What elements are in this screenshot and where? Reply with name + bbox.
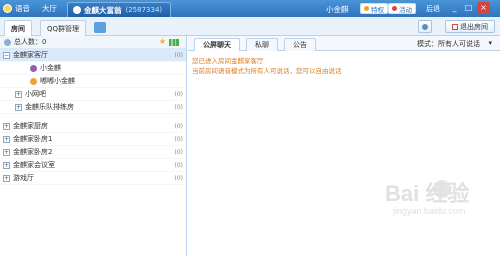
exit-room-button[interactable]: 退出房间 bbox=[445, 20, 495, 33]
user-icon bbox=[30, 77, 37, 85]
room-count: (0) bbox=[174, 148, 184, 156]
room-tab[interactable]: 金麒大富翁 (2587334) bbox=[67, 2, 172, 17]
close-button[interactable]: × bbox=[477, 2, 490, 14]
back-button[interactable]: 后退 bbox=[426, 4, 440, 14]
room-count: (0) bbox=[174, 135, 184, 143]
system-message: 当前房间语音模式为所有人可说话，您可以自由说话 bbox=[192, 67, 342, 75]
user-settings-icon bbox=[422, 23, 428, 30]
toolbar: 房间 QQ群管理 退出房间 bbox=[0, 17, 500, 36]
settings-button[interactable] bbox=[418, 20, 432, 33]
collapse-icon[interactable]: − bbox=[3, 51, 10, 59]
tree-row-game-hall[interactable]: + 游戏厅 (0) bbox=[0, 172, 186, 185]
tab-private-chat[interactable]: 私聊 bbox=[246, 38, 278, 51]
room-count: (0) bbox=[174, 161, 184, 169]
expand-icon[interactable]: + bbox=[3, 161, 10, 169]
hall-tab[interactable]: 大厅 bbox=[42, 3, 57, 14]
watermark-url: jingyan.baidu.com bbox=[393, 206, 466, 216]
user-label: 小金麒 bbox=[40, 64, 61, 72]
room-tree-panel: 总人数：0 ★ − 金麒家客厅 (0) 小金麒 嘟嘟小金麒 + 小网吧 (0) … bbox=[0, 36, 187, 256]
user-icon bbox=[30, 64, 37, 72]
expand-icon[interactable]: + bbox=[3, 135, 10, 143]
room-label: 游戏厅 bbox=[13, 174, 34, 182]
minimize-button[interactable]: _ bbox=[448, 2, 461, 14]
favorite-star-icon[interactable]: ★ bbox=[159, 37, 166, 46]
tree-row-living-room[interactable]: − 金麒家客厅 (0) bbox=[0, 49, 186, 62]
expand-icon[interactable]: + bbox=[3, 174, 10, 182]
tab-announcement[interactable]: 公告 bbox=[284, 38, 316, 51]
expand-icon[interactable]: + bbox=[15, 103, 22, 111]
tree-row-band-room[interactable]: + 金麒乐队排练房 (0) bbox=[0, 101, 186, 114]
maximize-button[interactable]: □ bbox=[462, 2, 475, 14]
activity-label: 活动 bbox=[399, 5, 412, 14]
total-count-label: 总人数：0 bbox=[14, 38, 47, 46]
privilege-badge[interactable]: 特权 bbox=[360, 3, 388, 14]
app-label: 语音 bbox=[15, 4, 30, 13]
app-logo-icon bbox=[3, 4, 12, 13]
room-name: 金麒大富翁 bbox=[84, 5, 122, 15]
tree-row-user[interactable]: 小金麒 bbox=[0, 62, 186, 75]
tree-row-bedroom-1[interactable]: + 金麒家卧房1 (0) bbox=[0, 133, 186, 146]
room-count: (0) bbox=[174, 174, 184, 182]
room-label: 小网吧 bbox=[25, 90, 46, 98]
tree-row-meeting-room[interactable]: + 金麒家会议室 (0) bbox=[0, 159, 186, 172]
room-icon bbox=[73, 6, 81, 14]
tab-public-chat[interactable]: 公屏聊天 bbox=[194, 38, 240, 51]
add-tab-icon[interactable] bbox=[94, 22, 106, 33]
user-label: 嘟嘟小金麒 bbox=[40, 77, 75, 85]
room-label: 金麒家客厅 bbox=[13, 51, 48, 59]
current-user-name[interactable]: 小金麒 bbox=[326, 4, 349, 15]
room-id: (2587334) bbox=[125, 6, 163, 14]
tree-row-bedroom-2[interactable]: + 金麒家卧房2 (0) bbox=[0, 146, 186, 159]
expand-icon[interactable]: + bbox=[3, 148, 10, 156]
expand-icon[interactable]: + bbox=[3, 122, 10, 130]
tree-row-user[interactable]: 嘟嘟小金麒 bbox=[0, 75, 186, 88]
room-label: 金麒家卧房1 bbox=[13, 135, 53, 143]
privilege-label: 特权 bbox=[371, 5, 384, 14]
room-count: (0) bbox=[174, 122, 184, 130]
total-count-row: 总人数：0 ★ bbox=[0, 36, 186, 49]
baidu-watermark: Bai 经验 jingyan.baidu.com bbox=[385, 176, 495, 246]
room-label: 金麒家会议室 bbox=[13, 161, 55, 169]
chevron-down-icon[interactable]: ▾ bbox=[488, 39, 492, 47]
voice-mode-select[interactable]: 模式：所有人可说话 bbox=[417, 39, 480, 49]
tab-qq-group-manage[interactable]: QQ群管理 bbox=[40, 20, 87, 36]
exit-room-label: 退出房间 bbox=[460, 22, 488, 31]
title-bar: 语音 大厅 金麒大富翁 (2587334) 小金麒 特权 活动 后退 _ □ × bbox=[0, 0, 500, 17]
expand-icon[interactable]: + bbox=[15, 90, 22, 98]
watermark-main: Bai 经验 bbox=[385, 181, 470, 206]
room-count: (0) bbox=[174, 103, 184, 111]
room-label: 金麒家卧房2 bbox=[13, 148, 53, 156]
room-label: 金麒家厨房 bbox=[13, 122, 48, 130]
system-message: 您已进入房间金麒家客厅 bbox=[192, 57, 264, 65]
activity-badge[interactable]: 活动 bbox=[388, 3, 416, 14]
tab-room[interactable]: 房间 bbox=[4, 20, 32, 36]
activity-icon bbox=[392, 6, 397, 11]
room-count: (0) bbox=[174, 90, 184, 98]
privilege-icon bbox=[364, 6, 369, 11]
exit-icon bbox=[452, 23, 458, 30]
room-label: 金麒乐队排练房 bbox=[25, 103, 74, 111]
person-icon bbox=[4, 38, 11, 46]
signal-strength-icon bbox=[169, 39, 179, 46]
tree-row-kitchen[interactable]: + 金麒家厨房 (0) bbox=[0, 120, 186, 133]
chat-tabs: 公屏聊天 私聊 公告 模式：所有人可说话 ▾ bbox=[188, 36, 500, 51]
room-count: (0) bbox=[174, 51, 184, 59]
tree-row-internet-cafe[interactable]: + 小网吧 (0) bbox=[0, 88, 186, 101]
